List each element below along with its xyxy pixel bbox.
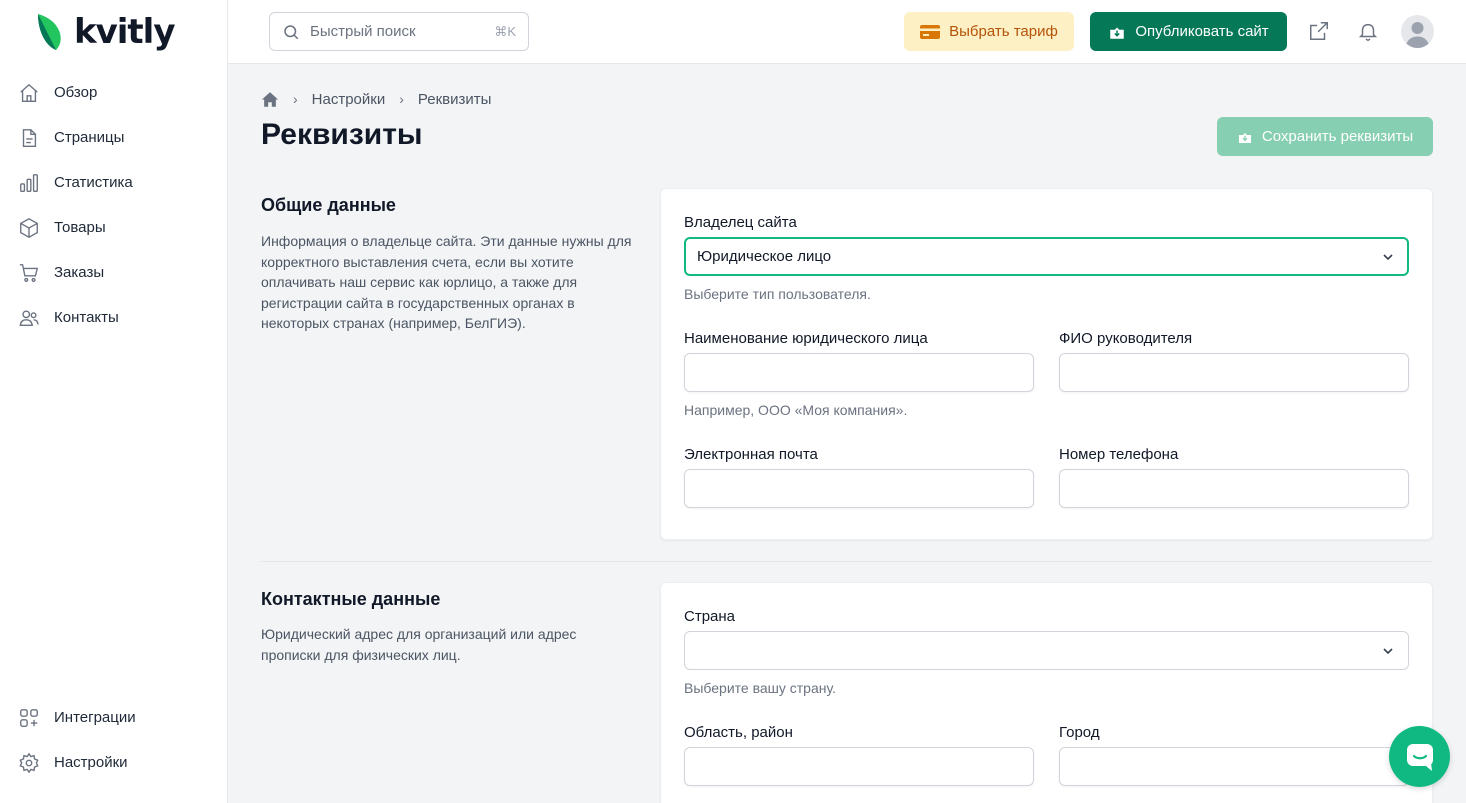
credit-card-icon: [920, 24, 941, 39]
publish-site-label: Опубликовать сайт: [1135, 23, 1269, 40]
region-label: Область, район: [684, 724, 793, 741]
director-name-label: ФИО руководителя: [1059, 330, 1193, 347]
sidebar-item-settings[interactable]: Настройки: [0, 740, 228, 785]
users-icon: [19, 309, 39, 326]
leaf-logo-icon: [38, 14, 61, 50]
city-label: Город: [1059, 724, 1100, 741]
country-select[interactable]: [684, 631, 1409, 670]
user-avatar-icon: [1405, 22, 1430, 48]
chevron-down-icon: [1383, 647, 1393, 654]
save-icon: [1238, 132, 1251, 143]
general-section-title: Общие данные: [261, 195, 396, 215]
sidebar-item-label: Интеграции: [54, 709, 136, 726]
breadcrumb-item[interactable]: Реквизиты: [418, 91, 492, 108]
contact-section-description: Юридический адрес для организаций или ад…: [261, 626, 577, 663]
sidebar-item-label: Статистика: [54, 174, 133, 191]
search-shortcut: ⌘K: [494, 23, 516, 39]
avatar[interactable]: [1401, 15, 1434, 48]
sidebar-item-orders[interactable]: Заказы: [0, 250, 228, 295]
document-icon: [22, 128, 37, 147]
sidebar-item-overview[interactable]: Обзор: [0, 70, 228, 115]
top-header: Быстрый поиск ⌘K Выбрать тариф Опубликов…: [228, 0, 1466, 64]
sidebar-nav: Обзор Страницы Статистика Товары Заказы …: [0, 70, 228, 340]
sidebar-item-label: Товары: [54, 219, 106, 236]
integrations-icon: [20, 708, 38, 727]
email-label: Электронная почта: [684, 446, 818, 463]
external-link-icon[interactable]: [1308, 20, 1330, 42]
sidebar-item-label: Страницы: [54, 129, 125, 146]
sidebar-item-label: Контакты: [54, 309, 119, 326]
publish-icon: [1110, 27, 1125, 39]
company-name-label: Наименование юридического лица: [684, 330, 928, 347]
breadcrumb-item[interactable]: Настройки: [312, 91, 386, 108]
sidebar-item-label: Обзор: [54, 84, 98, 101]
page-title: Реквизиты: [261, 118, 423, 151]
sidebar-bottom-nav: Интеграции Настройки: [0, 695, 228, 785]
city-field[interactable]: [1059, 747, 1409, 786]
chat-button[interactable]: [1389, 726, 1450, 787]
bell-icon[interactable]: [1357, 20, 1379, 42]
save-requisites-button[interactable]: Сохранить реквизиты: [1217, 117, 1433, 156]
breadcrumb: › Настройки › Реквизиты: [261, 88, 491, 110]
publish-site-button[interactable]: Опубликовать сайт: [1090, 12, 1287, 51]
home-icon[interactable]: [261, 91, 279, 108]
save-requisites-label: Сохранить реквизиты: [1261, 128, 1414, 145]
email-field[interactable]: [684, 469, 1034, 508]
sidebar-item-integrations[interactable]: Интеграции: [0, 695, 228, 740]
owner-select[interactable]: Юридическое лицо: [684, 237, 1409, 276]
contact-section-title: Контактные данные: [261, 589, 441, 609]
sidebar-item-products[interactable]: Товары: [0, 205, 228, 250]
country-label: Страна: [684, 608, 736, 625]
section-divider: [261, 561, 1433, 562]
search-icon: [284, 24, 299, 39]
phone-field[interactable]: [1059, 469, 1409, 508]
search-input[interactable]: Быстрый поиск ⌘K: [269, 12, 529, 51]
search-placeholder: Быстрый поиск: [310, 23, 416, 40]
sidebar: kvitly Обзор Страницы Статистика Товары …: [0, 0, 228, 803]
company-name-hint: Например, ООО «Моя компания».: [684, 402, 908, 418]
choose-tariff-button[interactable]: Выбрать тариф: [904, 12, 1074, 51]
sidebar-item-statistics[interactable]: Статистика: [0, 160, 228, 205]
sidebar-item-label: Настройки: [54, 754, 128, 771]
box-icon: [20, 217, 38, 238]
company-name-field[interactable]: [684, 353, 1034, 392]
chat-icon: [1406, 743, 1433, 771]
region-field[interactable]: [684, 747, 1034, 786]
chart-icon: [20, 173, 38, 192]
sidebar-item-label: Заказы: [54, 264, 105, 281]
cart-icon: [19, 263, 39, 282]
sidebar-item-contacts[interactable]: Контакты: [0, 295, 228, 340]
owner-label: Владелец сайта: [684, 214, 797, 231]
phone-label: Номер телефона: [1059, 446, 1179, 463]
owner-select-value: Юридическое лицо: [697, 248, 832, 265]
general-section-description: Информация о владельце сайта. Эти данные…: [261, 233, 632, 331]
brand-name: kvitly: [74, 12, 175, 52]
chevron-down-icon: [1383, 253, 1393, 260]
chevron-right-icon: ›: [399, 91, 404, 107]
chevron-right-icon: ›: [293, 91, 298, 107]
country-hint: Выберите вашу страну.: [684, 680, 836, 696]
home-icon: [20, 83, 38, 102]
owner-hint: Выберите тип пользователя.: [684, 286, 871, 302]
sidebar-item-pages[interactable]: Страницы: [0, 115, 228, 160]
gear-icon: [19, 752, 39, 773]
director-name-field[interactable]: [1059, 353, 1409, 392]
logo[interactable]: kvitly: [36, 10, 175, 54]
choose-tariff-label: Выбрать тариф: [949, 23, 1058, 40]
